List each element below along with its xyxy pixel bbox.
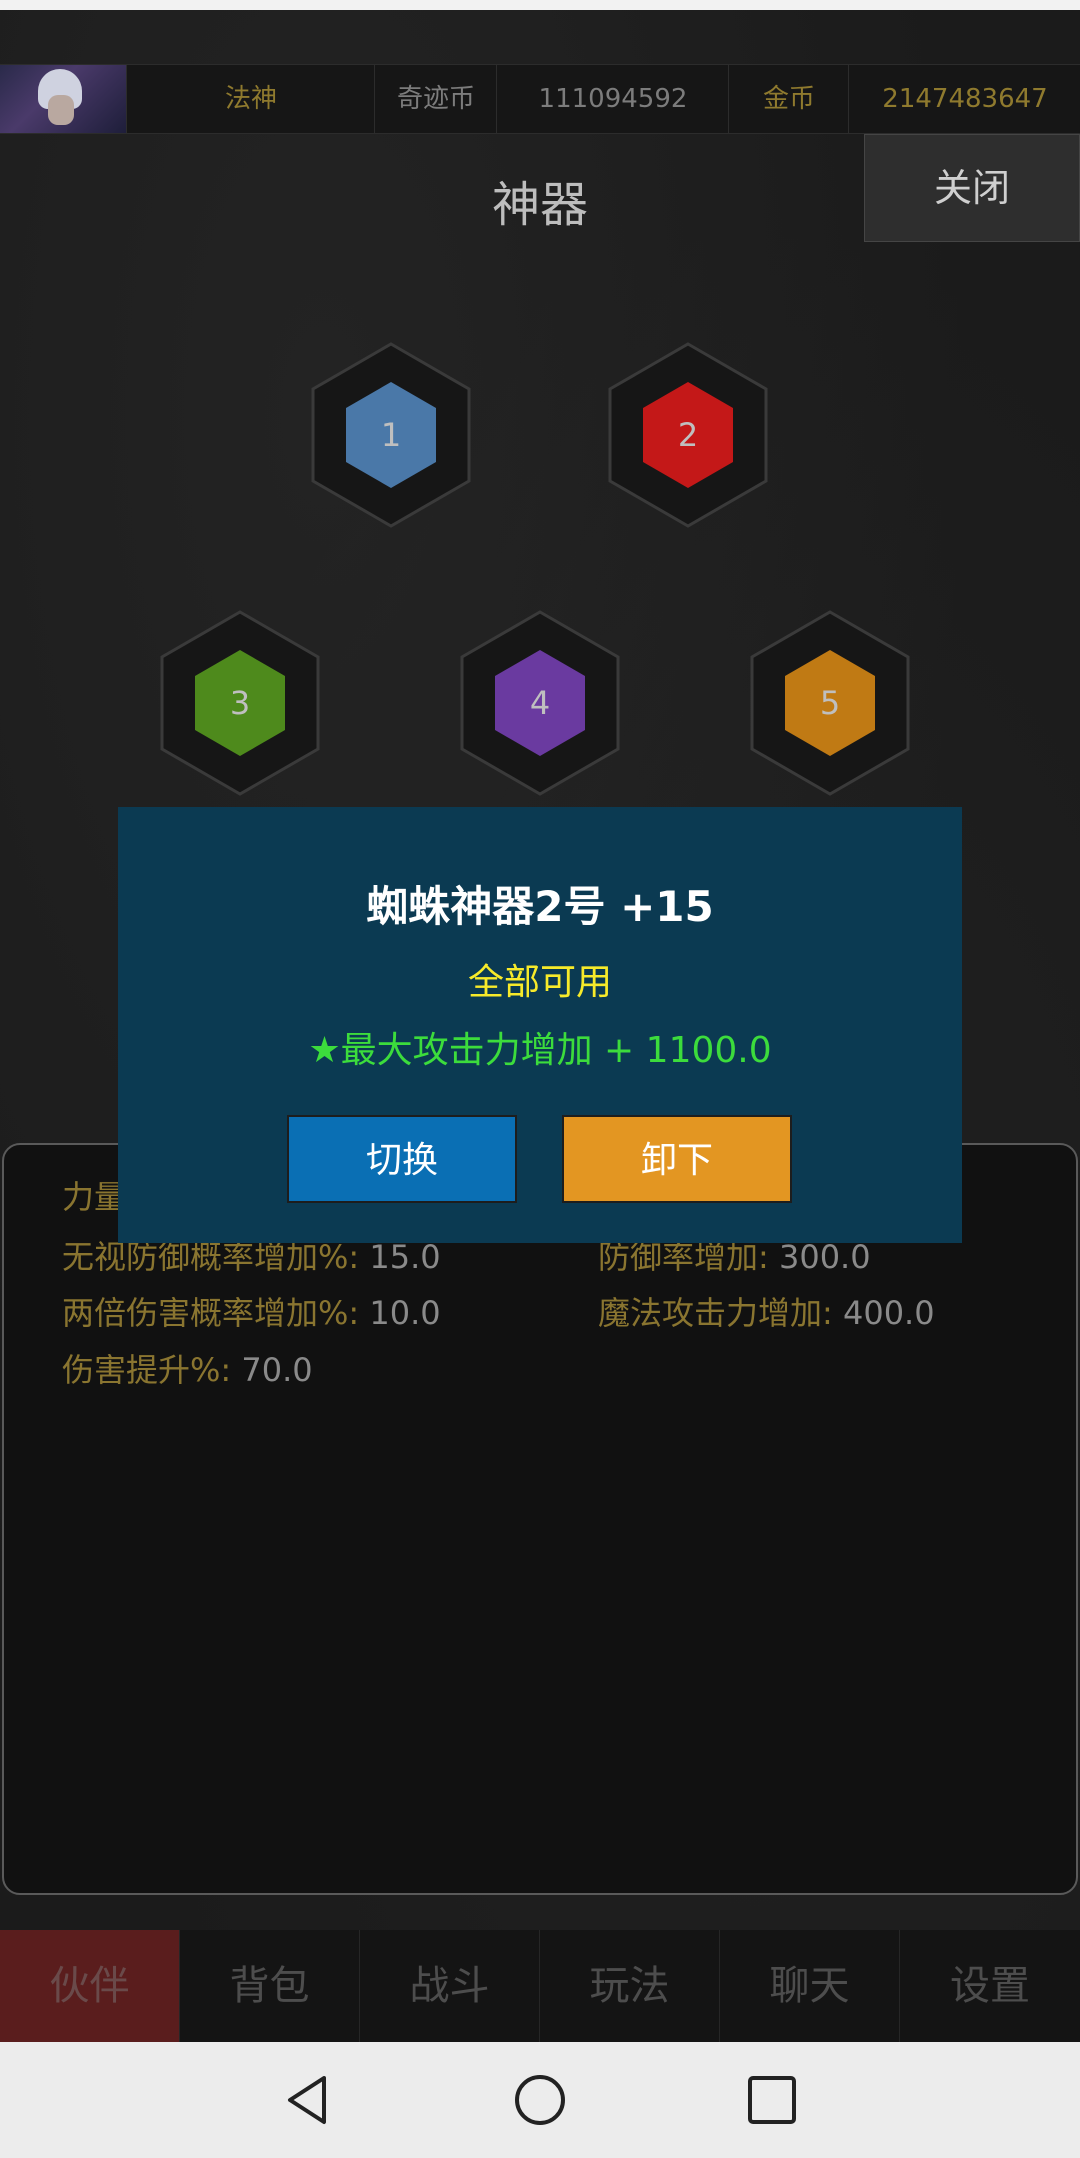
currency1-value: 111094592 xyxy=(496,65,729,133)
dialog-subtitle: 全部可用 xyxy=(467,962,612,1003)
slot-number-2: 2 xyxy=(677,416,699,454)
stat-label: 防御率增加: xyxy=(598,1238,769,1276)
switch-button[interactable]: 切换 xyxy=(287,1115,517,1203)
top-bar: 法神 奇迹币 111094592 金币 2147483647 xyxy=(0,64,1080,134)
artifact-slot-4[interactable]: 4 xyxy=(455,608,625,798)
currency2-label: 金币 xyxy=(728,65,849,133)
tab-gameplay[interactable]: 玩法 xyxy=(540,1930,720,2042)
stat-value: 15.0 xyxy=(369,1238,441,1276)
slot-number-1: 1 xyxy=(380,416,402,454)
stat-value: 70.0 xyxy=(241,1351,313,1389)
tab-battle[interactable]: 战斗 xyxy=(360,1930,540,2042)
stat-damage-boost: 伤害提升%: 70.0 xyxy=(62,1345,313,1391)
stat-label: 无视防御概率增加%: xyxy=(62,1238,360,1276)
close-button[interactable]: 关闭 xyxy=(864,134,1080,242)
unload-button[interactable]: 卸下 xyxy=(562,1115,792,1203)
bottom-nav: 伙伴 背包 战斗 玩法 聊天 设置 xyxy=(0,1930,1080,2042)
status-bar xyxy=(0,0,1080,10)
recents-icon[interactable] xyxy=(744,2072,800,2128)
avatar[interactable] xyxy=(0,65,126,133)
stat-label: 两倍伤害概率增加%: xyxy=(62,1294,360,1332)
currency2-value: 2147483647 xyxy=(848,65,1080,133)
tab-bag[interactable]: 背包 xyxy=(180,1930,360,2042)
artifact-slot-1[interactable]: 1 xyxy=(306,340,476,530)
dialog-attribute: ★最大攻击力增加 + 1100.0 xyxy=(308,1030,772,1071)
stat-magic-attack: 魔法攻击力增加: 400.0 xyxy=(598,1288,935,1334)
class-name: 法神 xyxy=(126,65,375,133)
stat-double-damage: 两倍伤害概率增加%: 10.0 xyxy=(62,1288,441,1334)
home-icon[interactable] xyxy=(512,2072,568,2128)
tab-partner[interactable]: 伙伴 xyxy=(0,1930,180,2042)
artifact-slot-3[interactable]: 3 xyxy=(155,608,325,798)
artifact-slot-5[interactable]: 5 xyxy=(745,608,915,798)
stat-label: 魔法攻击力增加: xyxy=(598,1294,833,1332)
tab-settings[interactable]: 设置 xyxy=(900,1930,1080,2042)
back-icon[interactable] xyxy=(280,2072,336,2128)
stat-value: 300.0 xyxy=(778,1238,871,1276)
slot-number-5: 5 xyxy=(819,684,841,722)
artifact-slot-2[interactable]: 2 xyxy=(603,340,773,530)
slot-number-4: 4 xyxy=(529,684,551,722)
system-nav-bar xyxy=(0,2042,1080,2158)
stat-label: 力量 xyxy=(62,1178,127,1216)
dialog-title: 蜘蛛神器2号 +15 xyxy=(366,882,714,931)
stat-strength: 力量 xyxy=(62,1172,126,1218)
avatar-face xyxy=(48,95,74,125)
slot-number-3: 3 xyxy=(229,684,251,722)
stat-value: 10.0 xyxy=(369,1294,441,1332)
artifact-dialog: 蜘蛛神器2号 +15 全部可用 ★最大攻击力增加 + 1100.0 切换 卸下 xyxy=(118,807,962,1243)
currency1-label: 奇迹币 xyxy=(374,65,497,133)
stat-value: 400.0 xyxy=(842,1294,935,1332)
stat-label: 伤害提升%: xyxy=(62,1351,232,1389)
tab-chat[interactable]: 聊天 xyxy=(720,1930,900,2042)
